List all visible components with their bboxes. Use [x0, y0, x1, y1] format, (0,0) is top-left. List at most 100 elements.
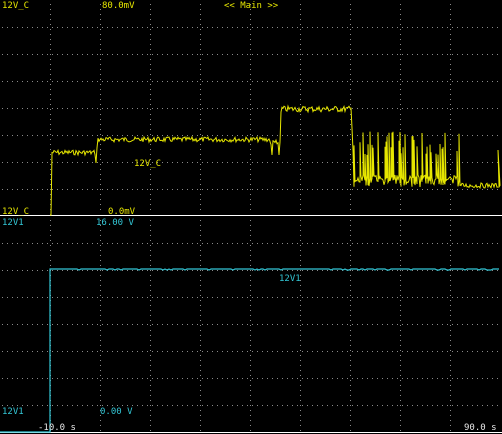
grid-dot: [87, 108, 88, 109]
grid-dot: [350, 400, 351, 401]
grid-dot: [200, 240, 201, 241]
grid-dot: [277, 81, 278, 82]
grid-dot: [242, 189, 243, 190]
grid-dot: [100, 19, 101, 20]
grid-dot: [300, 320, 301, 321]
grid-dot: [450, 230, 451, 231]
grid-dot: [367, 351, 368, 352]
grid-dot: [257, 108, 258, 109]
grid-dot: [162, 54, 163, 55]
grid-dot: [262, 162, 263, 163]
grid-dot: [402, 297, 403, 298]
grid-dot: [100, 159, 101, 160]
grid-dot: [250, 330, 251, 331]
grid-dot: [100, 375, 101, 376]
grid-dot: [350, 410, 351, 411]
grid-dot: [57, 378, 58, 379]
grid-dot: [200, 285, 201, 286]
grid-dot: [467, 162, 468, 163]
grid-dot: [300, 290, 301, 291]
grid-dot: [282, 54, 283, 55]
grid-dot: [312, 162, 313, 163]
grid-dot: [72, 108, 73, 109]
view-title[interactable]: << Main >>: [224, 1, 278, 11]
grid-dot: [400, 199, 401, 200]
grid-dot: [437, 54, 438, 55]
grid-dot: [177, 324, 178, 325]
grid-dot: [350, 74, 351, 75]
grid-dot: [50, 134, 51, 135]
grid-dot: [497, 135, 498, 136]
grid-dot: [42, 108, 43, 109]
grid-dot: [387, 378, 388, 379]
grid-dot: [287, 378, 288, 379]
grid-dot: [97, 54, 98, 55]
grid-dot: [107, 54, 108, 55]
grid-dot: [250, 250, 251, 251]
grid-dot: [447, 135, 448, 136]
grid-dot: [387, 54, 388, 55]
top-channel-name-bottom: 12V_C: [2, 207, 30, 217]
grid-dot: [100, 300, 101, 301]
grid-dot: [397, 378, 398, 379]
grid-dot: [200, 174, 201, 175]
grid-dot: [100, 235, 101, 236]
grid-dot: [427, 297, 428, 298]
grid-dot: [127, 243, 128, 244]
grid-dot: [177, 297, 178, 298]
grid-dot: [27, 27, 28, 28]
grid-dot: [12, 81, 13, 82]
grid-dot: [37, 189, 38, 190]
grid-dot: [197, 297, 198, 298]
grid-dot: [187, 378, 188, 379]
grid-dot: [447, 351, 448, 352]
grid-dot: [162, 243, 163, 244]
grid-dot: [157, 108, 158, 109]
grid-dot: [52, 81, 53, 82]
grid-dot: [42, 162, 43, 163]
grid-dot: [350, 330, 351, 331]
grid-dot: [17, 270, 18, 271]
grid-dot: [67, 243, 68, 244]
grid-dot: [212, 270, 213, 271]
grid-dot: [300, 129, 301, 130]
grid-dot: [257, 162, 258, 163]
grid-dot: [200, 119, 201, 120]
grid-dot: [152, 81, 153, 82]
grid-dot: [100, 114, 101, 115]
grid-dot: [167, 135, 168, 136]
grid-dot: [250, 415, 251, 416]
grid-dot: [307, 54, 308, 55]
grid-dot: [462, 81, 463, 82]
grid-dot: [250, 335, 251, 336]
grid-dot: [62, 162, 63, 163]
grid-dot: [100, 54, 101, 55]
grid-dot: [250, 39, 251, 40]
grid-dot: [150, 385, 151, 386]
grid-dot: [200, 49, 201, 50]
grid-dot: [122, 243, 123, 244]
grid-dot: [400, 390, 401, 391]
grid-dot: [250, 184, 251, 185]
grid-dot: [250, 104, 251, 105]
grid-dot: [117, 243, 118, 244]
grid-dot: [347, 81, 348, 82]
grid-dot: [437, 378, 438, 379]
grid-dot: [350, 19, 351, 20]
grid-dot: [397, 54, 398, 55]
grid-dot: [150, 375, 151, 376]
grid-dot: [447, 297, 448, 298]
grid-dot: [282, 162, 283, 163]
grid-dot: [400, 69, 401, 70]
grid-dot: [132, 243, 133, 244]
grid-dot: [277, 324, 278, 325]
grid-dot: [300, 430, 301, 431]
grid-dot: [237, 378, 238, 379]
grid-dot: [227, 243, 228, 244]
grid-dot: [302, 270, 303, 271]
grid-dot: [400, 400, 401, 401]
grid-dot: [187, 189, 188, 190]
grid-dot: [150, 74, 151, 75]
grid-dot: [17, 324, 18, 325]
grid-dot: [132, 378, 133, 379]
